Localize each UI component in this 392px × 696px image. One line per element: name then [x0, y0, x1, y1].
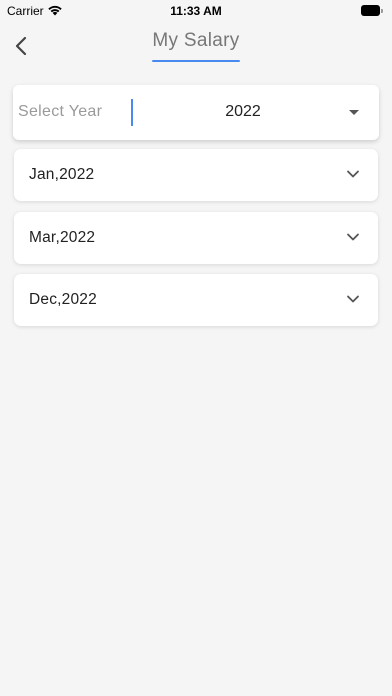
chevron-down-icon	[347, 295, 359, 303]
status-time: 11:33 AM	[170, 4, 222, 18]
chevron-down-icon	[347, 233, 359, 241]
month-label: Mar,2022	[29, 229, 96, 246]
title-underline	[152, 60, 240, 62]
status-bar: Carrier 11:33 AM	[0, 0, 392, 22]
month-card-dec[interactable]: Dec,2022	[14, 274, 378, 326]
app-header: My Salary	[0, 22, 392, 72]
month-card-jan[interactable]: Jan,2022	[14, 149, 378, 201]
select-year-label: Select Year	[18, 103, 103, 120]
month-label: Dec,2022	[29, 291, 97, 308]
chevron-down-icon	[347, 170, 359, 178]
field-divider	[131, 99, 133, 126]
month-card-mar[interactable]: Mar,2022	[14, 212, 378, 264]
month-label: Jan,2022	[29, 166, 95, 183]
caret-down-icon	[349, 110, 359, 115]
title-wrap: My Salary	[0, 30, 392, 62]
page-title: My Salary	[152, 30, 240, 51]
year-select-dropdown[interactable]: Select Year 2022	[13, 85, 379, 140]
selected-year-value: 2022	[225, 103, 261, 120]
battery-icon	[361, 5, 383, 16]
